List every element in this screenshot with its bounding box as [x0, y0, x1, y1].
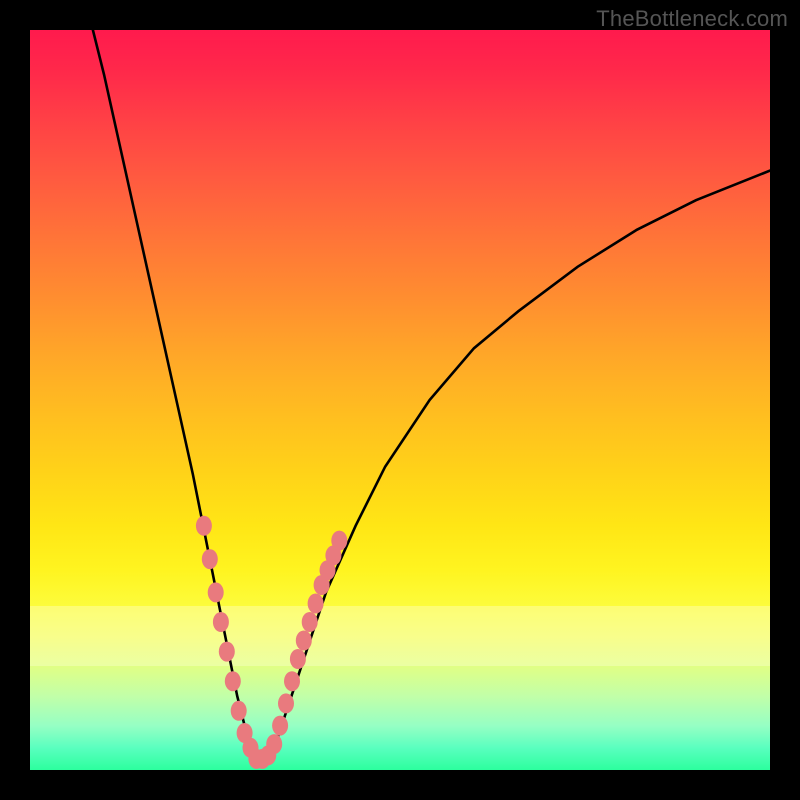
chart-svg: [30, 30, 770, 770]
bottleneck-curve: [93, 30, 770, 759]
marker-dot: [208, 582, 224, 602]
marker-dot: [225, 671, 241, 691]
marker-dot: [266, 734, 282, 754]
marker-dots-group: [196, 516, 347, 769]
marker-dot: [290, 649, 306, 669]
plot-area: [30, 30, 770, 770]
marker-dot: [231, 701, 247, 721]
marker-dot: [331, 531, 347, 551]
marker-dot: [202, 549, 218, 569]
marker-dot: [284, 671, 300, 691]
marker-dot: [272, 716, 288, 736]
marker-dot: [296, 631, 312, 651]
marker-dot: [196, 516, 212, 536]
marker-dot: [308, 594, 324, 614]
marker-dot: [219, 642, 235, 662]
marker-dot: [302, 612, 318, 632]
watermark-text: TheBottleneck.com: [596, 6, 788, 32]
chart-frame: TheBottleneck.com: [0, 0, 800, 800]
marker-dot: [213, 612, 229, 632]
marker-dot: [278, 693, 294, 713]
